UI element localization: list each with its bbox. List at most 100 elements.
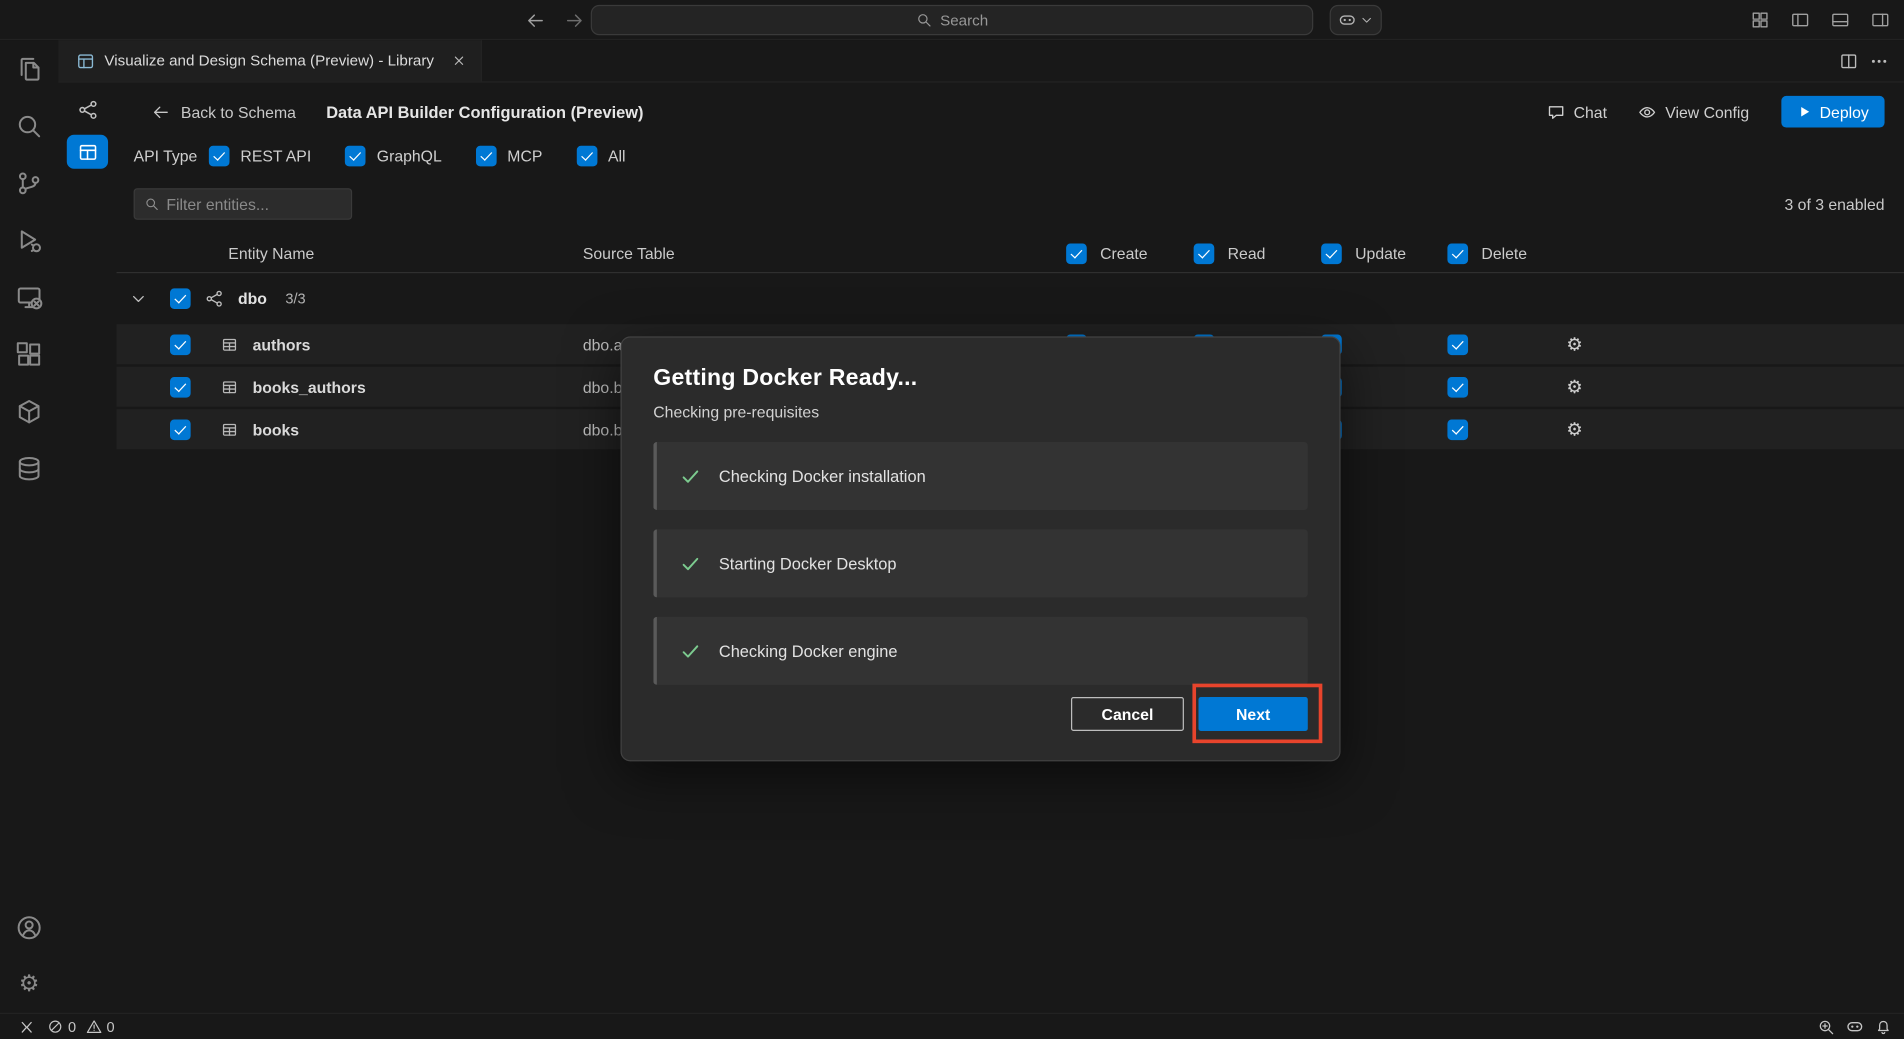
titlebar: Search — [0, 0, 1904, 40]
source-table-header: Source Table — [583, 244, 675, 262]
rest-api-checkbox[interactable] — [209, 145, 230, 166]
nav-back-button[interactable] — [520, 7, 552, 34]
row-settings-gear-icon[interactable]: ⚙ — [1566, 335, 1582, 353]
row-enable-checkbox[interactable] — [170, 419, 191, 440]
copilot-menu-button[interactable] — [1330, 5, 1382, 35]
entity-name: books — [253, 420, 300, 438]
copilot-icon — [1338, 11, 1356, 29]
table-header: Entity Name Source Table Create Read — [117, 234, 1904, 273]
deploy-button[interactable]: Deploy — [1781, 96, 1885, 128]
filter-row: 3 of 3 enabled — [117, 188, 1904, 220]
schema-group-row[interactable]: dbo 3/3 — [117, 273, 1904, 324]
row-enable-checkbox[interactable] — [170, 334, 191, 355]
back-to-schema-button[interactable]: Back to Schema — [152, 103, 296, 121]
filter-entities-box[interactable] — [134, 188, 353, 220]
view-config-button[interactable]: View Config — [1639, 103, 1750, 121]
api-option-graphql[interactable]: GraphQL — [345, 145, 442, 166]
next-button[interactable]: Next — [1198, 697, 1307, 731]
search-icon — [16, 112, 43, 139]
package-icon — [16, 398, 43, 425]
table-designer-icon — [77, 141, 98, 162]
toggle-panel-button[interactable] — [1824, 7, 1856, 34]
filter-entities-input[interactable] — [166, 195, 341, 213]
step-label: Checking Docker installation — [719, 467, 926, 485]
graphql-checkbox[interactable] — [345, 145, 366, 166]
update-label: Update — [1355, 244, 1406, 262]
source-control-button[interactable] — [0, 154, 58, 211]
copilot-status-button[interactable] — [1846, 1018, 1864, 1036]
history-nav — [520, 0, 590, 40]
more-actions-button[interactable] — [1870, 52, 1888, 70]
activity-bar: ⚙ — [0, 40, 58, 1013]
entity-name: books_authors — [253, 378, 366, 396]
delete-all-checkbox[interactable] — [1447, 243, 1468, 264]
prerequisite-steps: Checking Docker installation Starting Do… — [653, 442, 1307, 685]
rest-api-label: REST API — [240, 146, 311, 164]
run-debug-icon — [16, 226, 43, 253]
command-center-search[interactable]: Search — [591, 5, 1313, 35]
tab-close-button[interactable] — [447, 49, 471, 73]
remote-indicator-button[interactable] — [12, 1014, 41, 1039]
row-settings-gear-icon[interactable]: ⚙ — [1566, 378, 1582, 396]
graphql-label: GraphQL — [377, 146, 442, 164]
header-actions: Chat View Config Deploy — [1547, 96, 1885, 128]
problems-button[interactable]: 0 0 — [41, 1014, 120, 1039]
group-count-badge: 3/3 — [285, 290, 305, 307]
docker-ready-dialog: Getting Docker Ready... Checking pre-req… — [620, 336, 1340, 761]
customize-layout-button[interactable] — [1744, 7, 1776, 34]
toggle-secondary-sidebar-button[interactable] — [1864, 7, 1896, 34]
api-option-all[interactable]: All — [576, 145, 625, 166]
extensions-button[interactable] — [0, 325, 58, 382]
cancel-button[interactable]: Cancel — [1071, 697, 1184, 731]
warning-count: 0 — [106, 1018, 114, 1035]
notifications-bell-button[interactable] — [1875, 1018, 1892, 1035]
chat-button[interactable]: Chat — [1547, 103, 1607, 121]
check-icon — [680, 641, 701, 662]
update-all-checkbox[interactable] — [1321, 243, 1342, 264]
search-icon — [144, 197, 159, 212]
row-enable-checkbox[interactable] — [170, 376, 191, 397]
arrow-left-icon — [526, 10, 545, 29]
explorer-button[interactable] — [0, 40, 58, 97]
close-icon — [452, 53, 467, 68]
check-icon — [680, 553, 701, 574]
delete-checkbox[interactable] — [1447, 376, 1468, 397]
schema-visualize-view-button[interactable] — [67, 92, 108, 126]
layout-grid-icon — [1750, 11, 1768, 29]
create-all-checkbox[interactable] — [1066, 243, 1087, 264]
package-view-button[interactable] — [0, 382, 58, 439]
accounts-button[interactable] — [0, 899, 58, 956]
database-view-button[interactable] — [0, 440, 58, 497]
group-enable-checkbox[interactable] — [170, 288, 191, 309]
vscode-window: Search — [0, 0, 1904, 1039]
view-config-label: View Config — [1665, 103, 1749, 121]
all-checkbox[interactable] — [576, 145, 597, 166]
search-view-button[interactable] — [0, 97, 58, 154]
settings-button[interactable]: ⚙ — [0, 956, 58, 1013]
toggle-primary-sidebar-button[interactable] — [1784, 7, 1816, 34]
delete-checkbox[interactable] — [1447, 419, 1468, 440]
api-type-row: API Type REST API GraphQL MCP — [117, 138, 1904, 172]
error-count: 0 — [68, 1018, 76, 1035]
api-type-label: API Type — [134, 146, 209, 164]
delete-label: Delete — [1481, 244, 1527, 262]
run-debug-button[interactable] — [0, 211, 58, 268]
chevron-down-icon[interactable] — [130, 290, 147, 307]
sidebar-right-icon — [1871, 11, 1889, 29]
api-builder-view-button[interactable] — [67, 135, 108, 169]
api-option-mcp[interactable]: MCP — [476, 145, 543, 166]
remote-explorer-button[interactable] — [0, 268, 58, 325]
read-all-checkbox[interactable] — [1194, 243, 1215, 264]
layout-controls — [1744, 0, 1896, 40]
entity-name-header: Entity Name — [228, 244, 314, 262]
tab-visualize-design-schema[interactable]: Visualize and Design Schema (Preview) - … — [58, 40, 482, 81]
arrow-left-icon — [152, 103, 170, 121]
delete-checkbox[interactable] — [1447, 334, 1468, 355]
step-docker-engine: Checking Docker engine — [653, 617, 1307, 685]
api-option-rest[interactable]: REST API — [209, 145, 311, 166]
mcp-checkbox[interactable] — [476, 145, 497, 166]
zoom-in-button[interactable] — [1818, 1018, 1835, 1035]
nav-forward-button[interactable] — [559, 7, 591, 34]
split-editor-button[interactable] — [1840, 52, 1858, 70]
row-settings-gear-icon[interactable]: ⚙ — [1566, 420, 1582, 438]
